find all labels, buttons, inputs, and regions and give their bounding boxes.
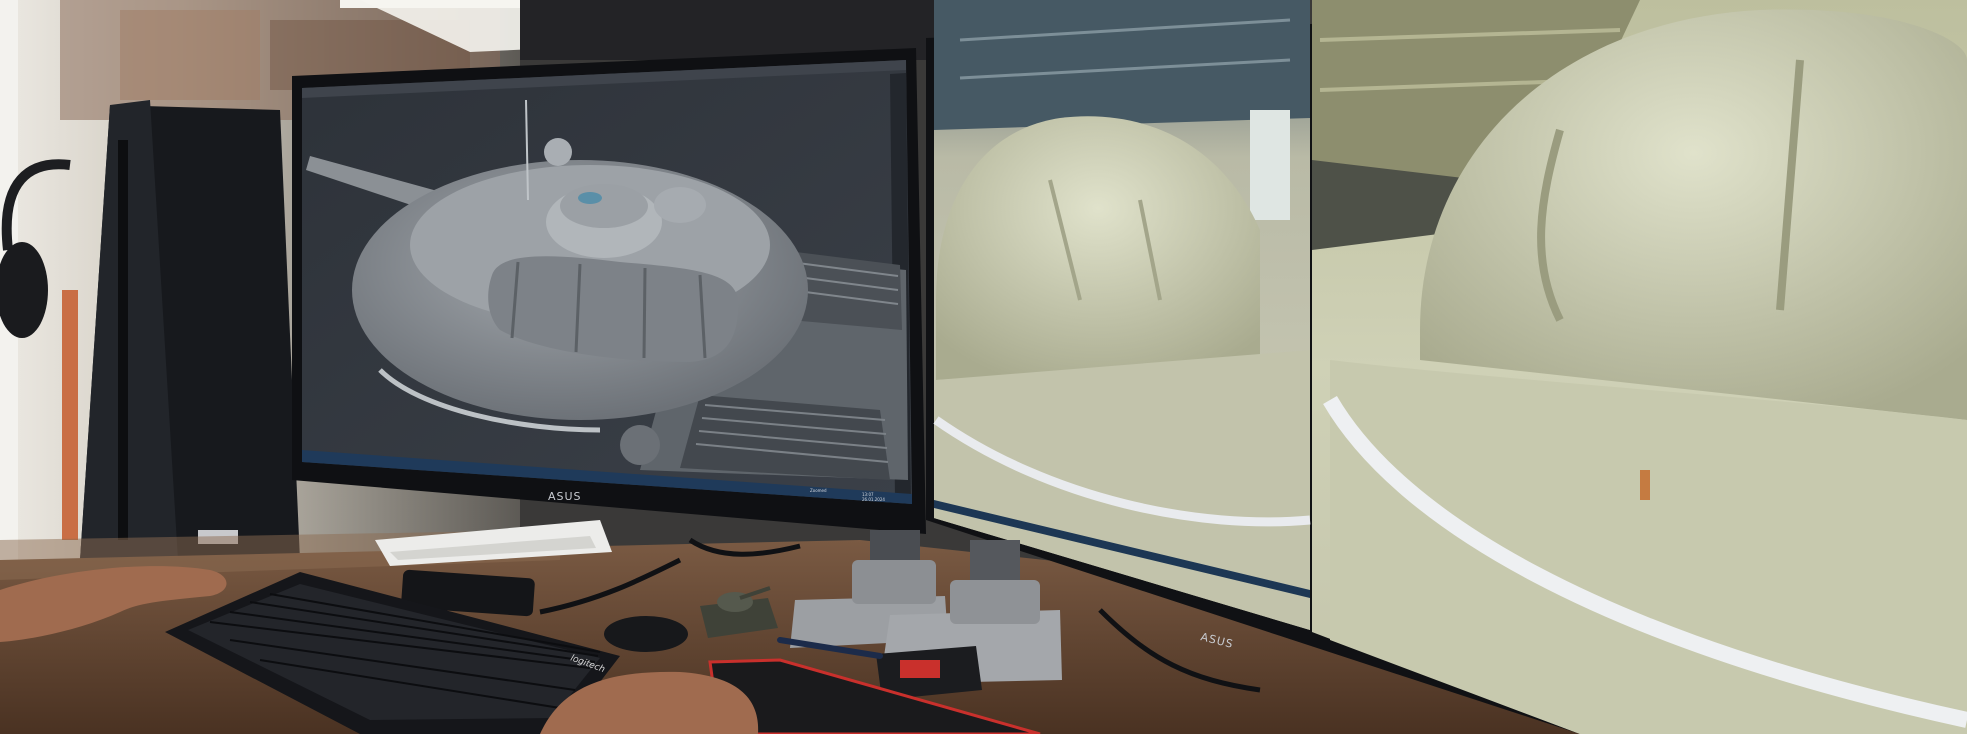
photo-scene: Zoomed 13:07 26.01.2024 ASUS ASUS logite… (0, 0, 1967, 734)
tray-date: 26.01.2024 (862, 497, 885, 502)
mouse (604, 616, 688, 652)
left-monitor-brand: ASUS (548, 490, 582, 503)
right-monitor-right-photo (1312, 0, 1967, 734)
left-monitor: Zoomed 13:07 26.01.2024 ASUS (292, 48, 926, 534)
status-zoomed: Zoomed (810, 488, 827, 493)
left-monitor-screen: Zoomed 13:07 26.01.2024 (302, 60, 912, 504)
